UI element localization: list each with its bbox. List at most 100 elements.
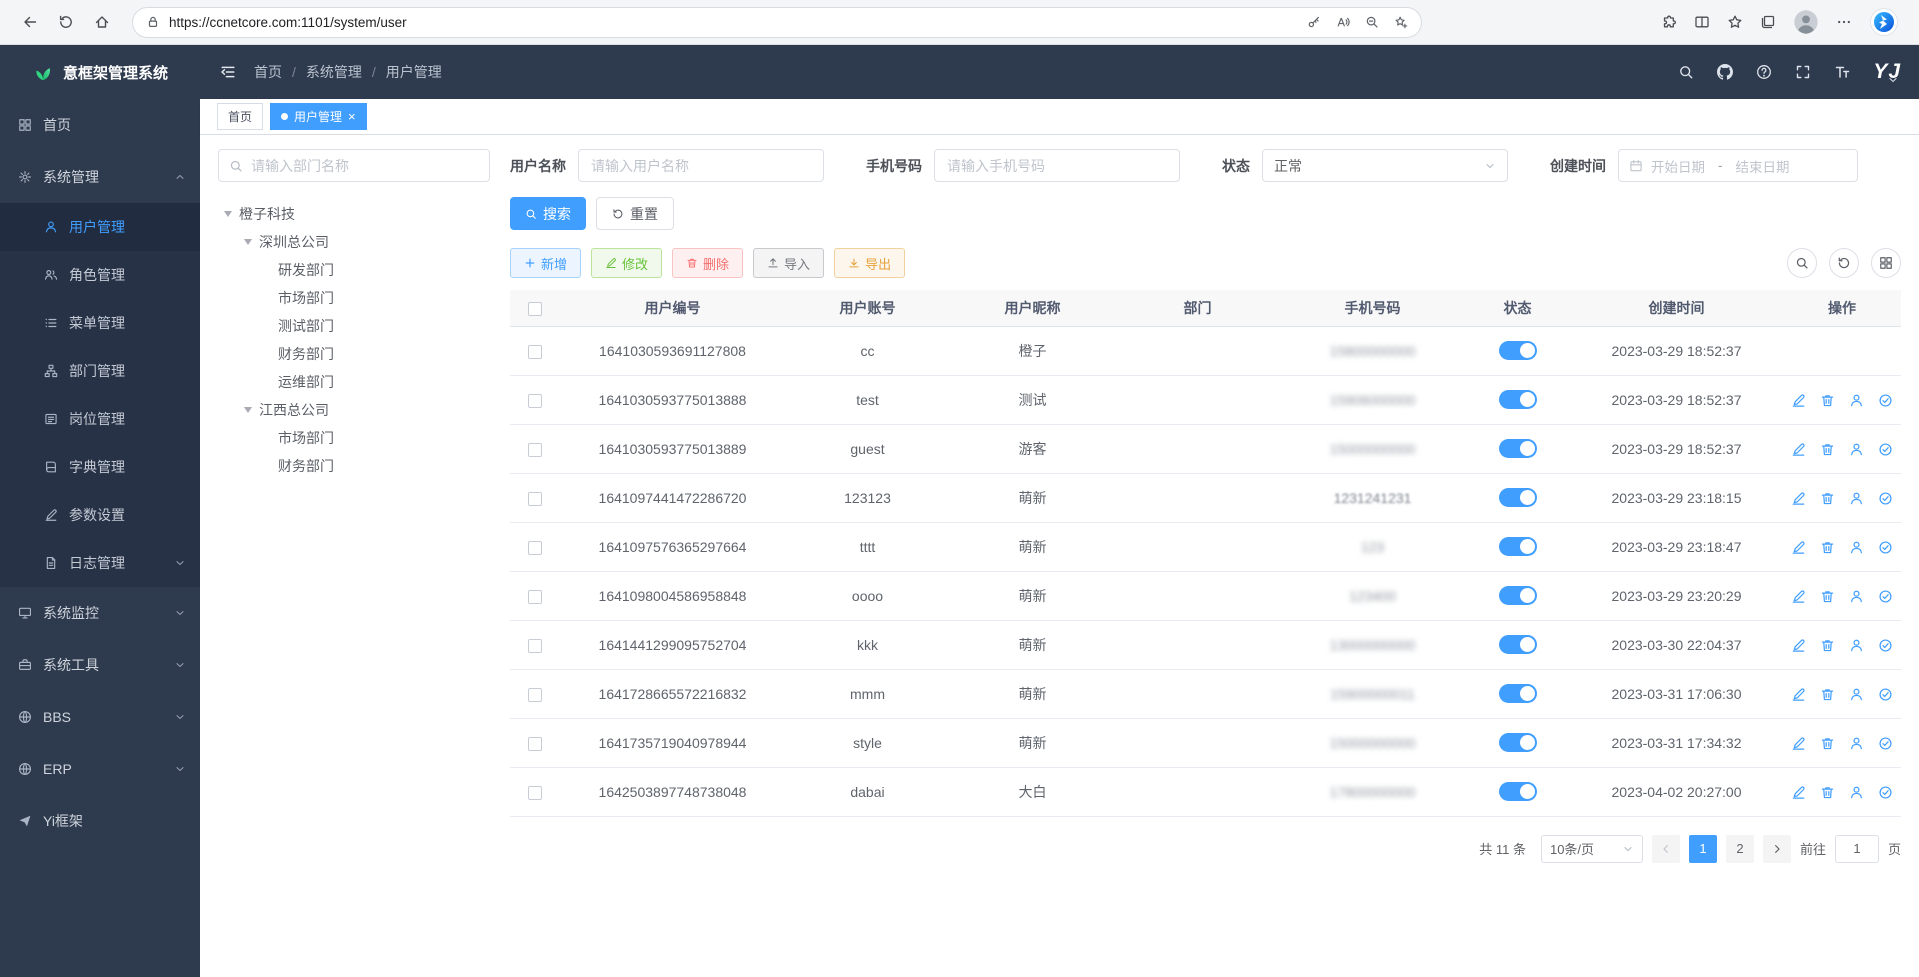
- add-button[interactable]: 新增: [510, 248, 581, 278]
- delete-button[interactable]: 删除: [672, 248, 743, 278]
- tree-node-leaf[interactable]: 研发部门: [218, 256, 490, 284]
- edit-icon[interactable]: [1791, 736, 1806, 751]
- tree-expand-icon[interactable]: [244, 239, 252, 245]
- delete-icon[interactable]: [1820, 736, 1835, 751]
- assign-role-icon[interactable]: [1878, 785, 1893, 800]
- delete-icon[interactable]: [1820, 540, 1835, 555]
- tab-user-management[interactable]: 用户管理 ×: [270, 103, 367, 130]
- assign-role-icon[interactable]: [1878, 540, 1893, 555]
- back-button[interactable]: [14, 6, 46, 38]
- tree-node-leaf[interactable]: 运维部门: [218, 368, 490, 396]
- row-checkbox[interactable]: [528, 492, 542, 506]
- sidebar-item-menu-management[interactable]: 菜单管理: [0, 299, 200, 347]
- font-size-button[interactable]: [1834, 64, 1850, 80]
- reset-password-icon[interactable]: [1849, 589, 1864, 604]
- edit-icon[interactable]: [1791, 785, 1806, 800]
- user-avatar-button[interactable]: YJ: [1873, 58, 1899, 86]
- delete-icon[interactable]: [1820, 442, 1835, 457]
- edit-icon[interactable]: [1791, 589, 1806, 604]
- phone-input[interactable]: [934, 149, 1180, 182]
- close-icon[interactable]: ×: [348, 110, 356, 123]
- reset-password-icon[interactable]: [1849, 491, 1864, 506]
- delete-icon[interactable]: [1820, 638, 1835, 653]
- delete-icon[interactable]: [1820, 491, 1835, 506]
- goto-page-input[interactable]: [1835, 835, 1879, 863]
- date-range-picker[interactable]: 开始日期 - 结束日期: [1618, 149, 1858, 182]
- next-page-button[interactable]: [1763, 835, 1791, 863]
- edit-icon[interactable]: [1791, 687, 1806, 702]
- status-toggle[interactable]: [1499, 439, 1537, 458]
- fullscreen-button[interactable]: [1795, 64, 1811, 80]
- export-button[interactable]: 导出: [834, 248, 905, 278]
- search-button[interactable]: 搜索: [510, 197, 586, 230]
- tree-node-branch[interactable]: 江西总公司: [218, 396, 490, 424]
- dept-search-input[interactable]: [251, 158, 479, 174]
- sidebar-item-user-management[interactable]: 用户管理: [0, 203, 200, 251]
- page-size-select[interactable]: 10条/页: [1541, 835, 1643, 863]
- row-checkbox[interactable]: [528, 345, 542, 359]
- prev-page-button[interactable]: [1652, 835, 1680, 863]
- sidebar-item-log-management[interactable]: 日志管理: [0, 539, 200, 587]
- status-toggle[interactable]: [1499, 635, 1537, 654]
- copilot-button[interactable]: [1869, 7, 1899, 37]
- breadcrumb-item-home[interactable]: 首页: [254, 62, 282, 82]
- help-button[interactable]: [1756, 64, 1772, 80]
- tree-expand-icon[interactable]: [224, 211, 232, 217]
- tab-home[interactable]: 首页: [217, 103, 263, 130]
- column-visibility-button[interactable]: [1871, 248, 1901, 278]
- page-1-button[interactable]: 1: [1689, 835, 1717, 863]
- zoom-button[interactable]: [1365, 15, 1379, 29]
- sidebar-item-dept-management[interactable]: 部门管理: [0, 347, 200, 395]
- delete-icon[interactable]: [1820, 393, 1835, 408]
- delete-icon[interactable]: [1820, 785, 1835, 800]
- collapse-sidebar-button[interactable]: [220, 64, 236, 80]
- edit-icon[interactable]: [1791, 540, 1806, 555]
- split-screen-button[interactable]: [1694, 14, 1710, 30]
- sidebar-item-system-management[interactable]: 系统管理: [0, 151, 200, 203]
- row-checkbox[interactable]: [528, 639, 542, 653]
- select-all-checkbox[interactable]: [528, 302, 542, 316]
- status-toggle[interactable]: [1499, 390, 1537, 409]
- github-button[interactable]: [1717, 64, 1733, 80]
- tree-node-leaf[interactable]: 财务部门: [218, 340, 490, 368]
- edit-icon[interactable]: [1791, 393, 1806, 408]
- status-toggle[interactable]: [1499, 684, 1537, 703]
- reset-password-icon[interactable]: [1849, 442, 1864, 457]
- status-toggle[interactable]: [1499, 537, 1537, 556]
- import-button[interactable]: 导入: [753, 248, 824, 278]
- add-favorite-button[interactable]: [1394, 15, 1408, 29]
- sidebar-item-erp[interactable]: ERP: [0, 743, 200, 795]
- assign-role-icon[interactable]: [1878, 491, 1893, 506]
- favorites-button[interactable]: [1727, 14, 1743, 30]
- edit-icon[interactable]: [1791, 442, 1806, 457]
- status-toggle[interactable]: [1499, 488, 1537, 507]
- header-search-button[interactable]: [1678, 64, 1694, 80]
- reset-button[interactable]: 重置: [596, 197, 674, 230]
- tree-expand-icon[interactable]: [244, 407, 252, 413]
- assign-role-icon[interactable]: [1878, 393, 1893, 408]
- delete-icon[interactable]: [1820, 589, 1835, 604]
- more-button[interactable]: [1836, 14, 1852, 30]
- sidebar-item-role-management[interactable]: 角色管理: [0, 251, 200, 299]
- sidebar-item-post-management[interactable]: 岗位管理: [0, 395, 200, 443]
- password-key-button[interactable]: [1307, 15, 1321, 29]
- edit-icon[interactable]: [1791, 491, 1806, 506]
- row-checkbox[interactable]: [528, 688, 542, 702]
- sidebar-item-home[interactable]: 首页: [0, 99, 200, 151]
- edit-icon[interactable]: [1791, 638, 1806, 653]
- sidebar-item-bbs[interactable]: BBS: [0, 691, 200, 743]
- extensions-button[interactable]: [1661, 14, 1677, 30]
- home-button[interactable]: [86, 6, 118, 38]
- tree-node-leaf[interactable]: 市场部门: [218, 424, 490, 452]
- reset-password-icon[interactable]: [1849, 393, 1864, 408]
- delete-icon[interactable]: [1820, 687, 1835, 702]
- username-input[interactable]: [578, 149, 824, 182]
- toggle-search-button[interactable]: [1787, 248, 1817, 278]
- assign-role-icon[interactable]: [1878, 589, 1893, 604]
- assign-role-icon[interactable]: [1878, 442, 1893, 457]
- reset-password-icon[interactable]: [1849, 687, 1864, 702]
- edit-button[interactable]: 修改: [591, 248, 662, 278]
- reset-password-icon[interactable]: [1849, 785, 1864, 800]
- status-toggle[interactable]: [1499, 586, 1537, 605]
- assign-role-icon[interactable]: [1878, 687, 1893, 702]
